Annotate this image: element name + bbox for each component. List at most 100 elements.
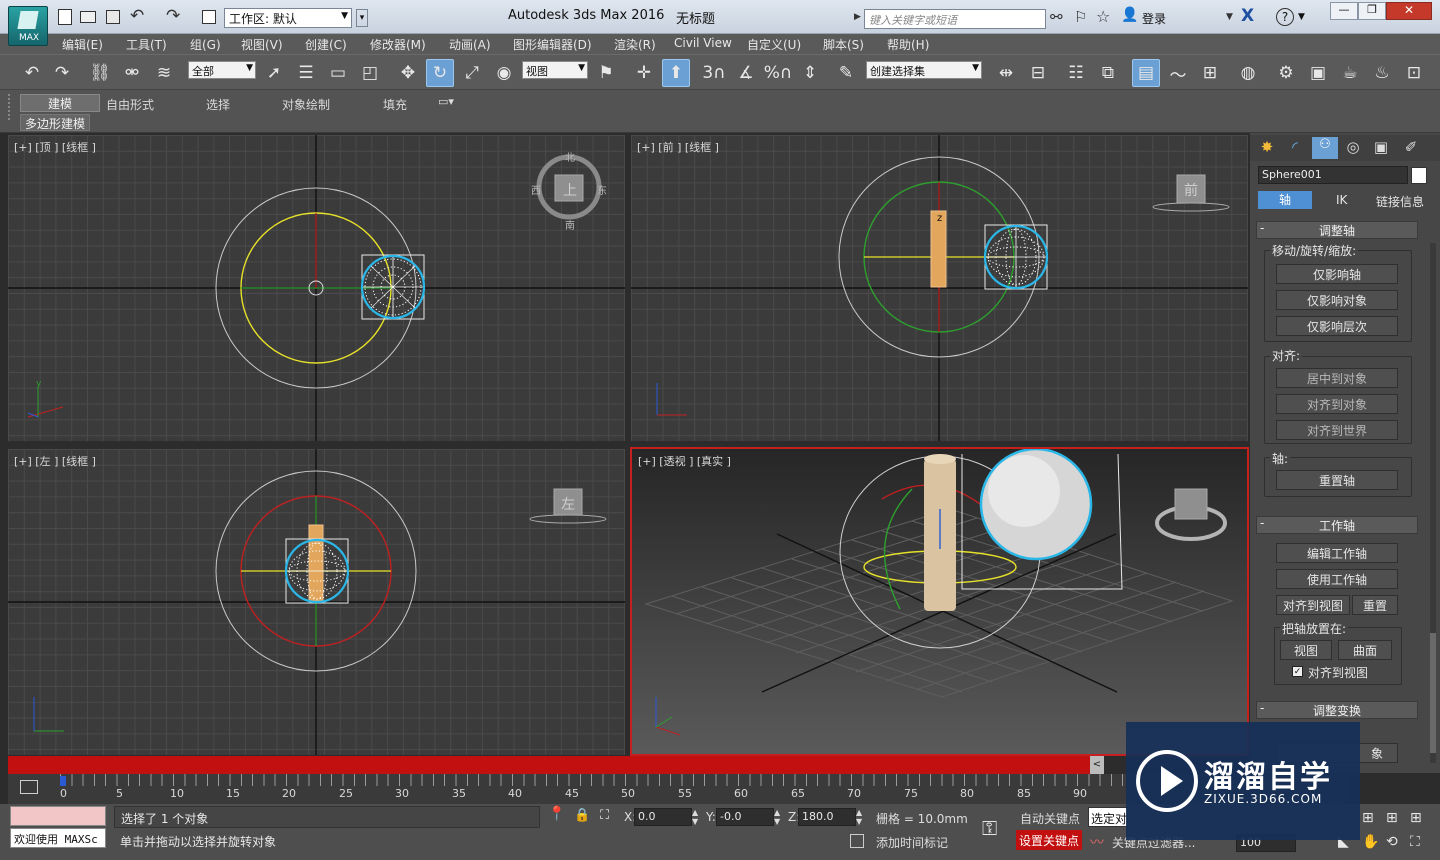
graphite-ribbon-icon[interactable]: ▤ — [1132, 59, 1160, 87]
align-to-view-checkbox-label[interactable]: 对齐到视图 — [1308, 664, 1368, 681]
auto-key-button[interactable]: 自动关键点 — [1020, 810, 1080, 827]
dropdown-arrow-icon[interactable]: ▾ — [356, 9, 368, 27]
center-to-object-button[interactable]: 居中到对象 — [1276, 368, 1398, 388]
chevron-right-icon[interactable]: ▶ — [854, 12, 861, 22]
affect-pivot-only-button[interactable]: 仅影响轴 — [1276, 264, 1398, 284]
render-production-icon[interactable]: ☕ — [1336, 59, 1364, 87]
select-manipulate-icon[interactable]: ✛ — [630, 59, 658, 87]
maxscript-listener-pink[interactable] — [10, 806, 106, 826]
menu-item-customize[interactable]: 自定义(U) — [747, 36, 801, 53]
rollout-working-pivot[interactable]: 工作轴 — [1256, 516, 1418, 534]
pivot-center-icon[interactable]: ⚑ — [592, 59, 620, 87]
menu-item-modifiers[interactable]: 修改器(M) — [370, 36, 426, 53]
time-marker[interactable] — [60, 776, 66, 786]
keyboard-shortcut-override-icon[interactable]: ⬆ — [662, 59, 690, 87]
viewport-front[interactable]: [+] [前 ] [线框 ] 前 z — [631, 135, 1248, 441]
menu-item-create[interactable]: 创建(C) — [305, 36, 347, 53]
nav-zoom-extents-icon[interactable]: ⊞ — [1410, 810, 1422, 826]
nav-zoom-icon[interactable]: ⊞ — [1362, 810, 1374, 826]
spinner-icon[interactable]: ▲ ▼ — [856, 808, 862, 826]
render-online-icon[interactable]: ⊡ — [1400, 59, 1428, 87]
percent-snap-icon[interactable]: % ∩ — [764, 59, 793, 87]
select-object-icon[interactable]: ➚ — [260, 59, 288, 87]
menu-item-views[interactable]: 视图(V) — [241, 36, 283, 53]
polygon-modeling-panel[interactable]: 多边形建模 — [20, 114, 90, 131]
tab-selection[interactable]: 选择 — [206, 96, 230, 113]
edit-named-selection-icon[interactable]: ✎ — [832, 59, 860, 87]
add-time-tag[interactable]: 添加时间标记 — [876, 834, 948, 851]
z-coordinate-input[interactable]: 180.0 — [798, 808, 856, 826]
edit-working-pivot-button[interactable]: 编辑工作轴 — [1276, 543, 1398, 563]
viewport-perspective[interactable]: [+] [透视 ] [真实 ] — [630, 447, 1249, 756]
save-icon[interactable] — [106, 10, 120, 24]
align-to-object-button[interactable]: 对齐到对象 — [1276, 394, 1398, 414]
align-to-view-checkbox[interactable]: ✓ — [1292, 666, 1303, 677]
rollout-adjust-pivot[interactable]: 调整轴 — [1256, 221, 1418, 239]
mirror-icon[interactable]: ⇹ — [992, 59, 1020, 87]
menu-item-tools[interactable]: 工具(T) — [126, 36, 167, 53]
key-icon[interactable]: ⚿ — [982, 816, 997, 840]
window-crossing-icon[interactable]: ◰ — [356, 59, 384, 87]
render-iterative-icon[interactable]: ♨ — [1368, 59, 1396, 87]
tab-object-paint[interactable]: 对象绘制 — [282, 96, 330, 113]
menu-item-rendering[interactable]: 渲染(R) — [614, 36, 656, 53]
viewcube-left-label[interactable]: 左 — [561, 494, 575, 514]
select-by-name-icon[interactable]: ☰ — [292, 59, 320, 87]
redo-icon[interactable]: ↷ — [48, 59, 76, 87]
spinner-icon[interactable]: ▲ ▼ — [692, 808, 698, 826]
rollout-collapse-icon[interactable]: - — [1260, 701, 1264, 715]
modify-tab-icon[interactable]: ◜ — [1282, 138, 1308, 160]
reset-pivot-button[interactable]: 重置轴 — [1276, 470, 1398, 490]
cmdpanel-scrollbar-thumb[interactable] — [1430, 633, 1436, 753]
selection-filter-select[interactable]: 全部 ▼ — [188, 61, 256, 79]
tab-freeform[interactable]: 自由形式 — [106, 96, 154, 113]
selected-set-select[interactable]: 选定对 — [1088, 807, 1128, 827]
rendered-frame-icon[interactable]: ▣ — [1304, 59, 1332, 87]
angle-snap-icon[interactable]: ∡ — [732, 59, 760, 87]
motion-tab-icon[interactable]: ◎ — [1340, 138, 1366, 160]
place-pivot-surface-button[interactable]: 曲面 — [1338, 640, 1392, 660]
snaps-toggle-icon[interactable]: 3 ∩ — [700, 59, 728, 87]
tab-modeling[interactable]: 建模 — [20, 94, 100, 112]
viewcube-front-label[interactable]: 前 — [1184, 180, 1198, 200]
binoculars-icon[interactable]: ⚯ — [1050, 8, 1063, 26]
chevron-down-icon[interactable]: ▼ — [1298, 12, 1305, 22]
rotate-icon[interactable]: ↻ — [426, 59, 454, 87]
communication-icon[interactable]: ⚐ — [1074, 8, 1087, 26]
viewport-left[interactable]: [+] [左 ] [线框 ] 左 — [8, 449, 625, 755]
project-icon[interactable] — [202, 10, 216, 24]
align-to-view-button[interactable]: 对齐到视图 — [1276, 595, 1350, 615]
menu-item-graph-editors[interactable]: 图形编辑器(D) — [513, 36, 592, 53]
menu-item-edit[interactable]: 编辑(E) — [62, 36, 103, 53]
nav-maximize-icon[interactable]: ⛶ — [1410, 834, 1420, 850]
rollout-adjust-transform[interactable]: 调整变换 — [1256, 701, 1418, 719]
scale-icon[interactable]: ⤢ — [458, 59, 486, 87]
layer-manager-icon[interactable]: ⧉ — [1094, 59, 1122, 87]
unlink-icon[interactable]: ⚮ — [118, 59, 146, 87]
tab-populate[interactable]: 填充 — [383, 96, 407, 113]
nav-orbit-icon[interactable]: ⟲ — [1386, 834, 1398, 850]
time-slider[interactable] — [8, 756, 1090, 774]
menu-item-help[interactable]: 帮助(H) — [887, 36, 929, 53]
utilities-tab-icon[interactable]: ✐ — [1398, 138, 1424, 160]
menu-item-animation[interactable]: 动画(A) — [449, 36, 491, 53]
set-key-button[interactable]: 设置关键点 — [1016, 830, 1082, 850]
object-name-field[interactable]: Sphere001 — [1258, 166, 1408, 184]
tab-pivot[interactable]: 轴 — [1258, 191, 1312, 209]
tab-ik[interactable]: IK — [1336, 193, 1347, 207]
menu-item-scripting[interactable]: 脚本(S) — [823, 36, 864, 53]
user-icon[interactable]: 👤 — [1121, 7, 1138, 23]
rollout-collapse-icon[interactable]: - — [1260, 221, 1264, 235]
undo-icon[interactable]: ↶ — [130, 6, 144, 26]
undo-icon[interactable]: ↶ — [18, 59, 46, 87]
maximize-button[interactable]: ❐ — [1358, 2, 1386, 20]
isolate-selection-icon[interactable]: 📍 — [548, 806, 565, 822]
new-file-icon[interactable] — [58, 9, 72, 25]
tab-link-info[interactable]: 链接信息 — [1376, 193, 1424, 210]
close-button[interactable]: ✕ — [1386, 2, 1432, 20]
search-input[interactable]: 键入关键字或短语 — [864, 9, 1046, 29]
minimize-button[interactable]: — — [1330, 2, 1358, 20]
menu-item-group[interactable]: 组(G) — [190, 36, 221, 53]
menu-item-civil-view[interactable]: Civil View — [674, 36, 732, 50]
link-icon[interactable]: ⛓ — [86, 59, 114, 87]
